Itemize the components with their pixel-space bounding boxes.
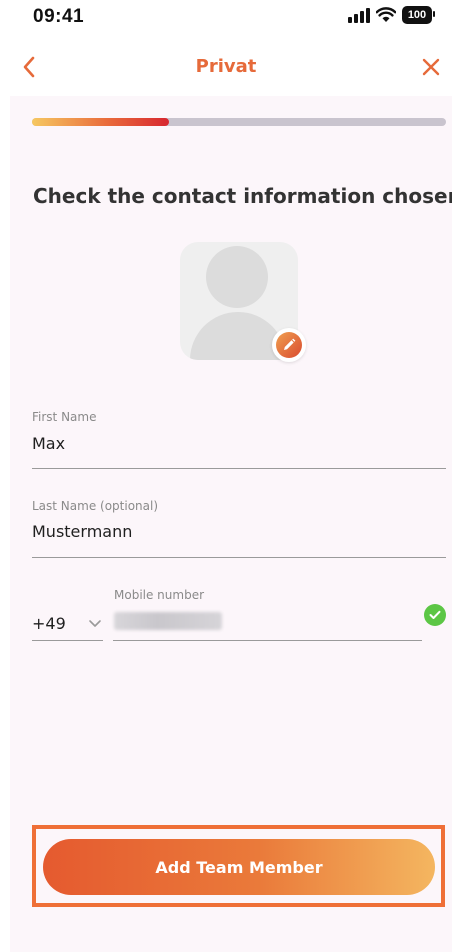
section-heading: Check the contact information chosen is … [33,184,452,208]
status-bar: 09:41 100 [0,0,452,40]
mobile-number-field[interactable] [114,612,222,630]
pencil-icon [276,332,302,358]
page-title: Privat [195,56,257,77]
progress-fill [32,118,169,126]
last-name-field[interactable] [32,522,442,541]
country-code-select[interactable]: +49 [32,614,66,633]
country-code-underline [32,640,103,641]
last-name-label: Last Name (optional) [32,499,159,513]
nav-bar: Privat [0,46,452,90]
add-team-member-button[interactable]: Add Team Member [43,839,435,895]
first-name-label: First Name [32,410,97,424]
chevron-down-icon[interactable] [88,616,102,630]
status-time: 09:41 [33,6,85,27]
close-icon [422,58,440,76]
check-circle-icon [424,604,446,626]
first-name-field[interactable] [32,434,442,453]
battery-indicator: 100 [402,6,435,24]
avatar-head [206,246,268,308]
progress-bar [32,118,446,126]
avatar-body [190,312,286,360]
status-icons: 100 [348,6,435,24]
content-panel: Check the contact information chosen is … [10,96,452,952]
mobile-number-label: Mobile number [114,588,205,602]
last-name-underline [32,557,446,558]
app-screen: 09:41 100 Privat Check the contact infor… [0,0,452,952]
wifi-icon [376,7,396,22]
close-button[interactable] [414,50,448,84]
edit-avatar-button[interactable] [272,328,306,362]
signal-icon [348,7,370,23]
first-name-underline [32,468,446,469]
mobile-number-underline [113,640,422,641]
